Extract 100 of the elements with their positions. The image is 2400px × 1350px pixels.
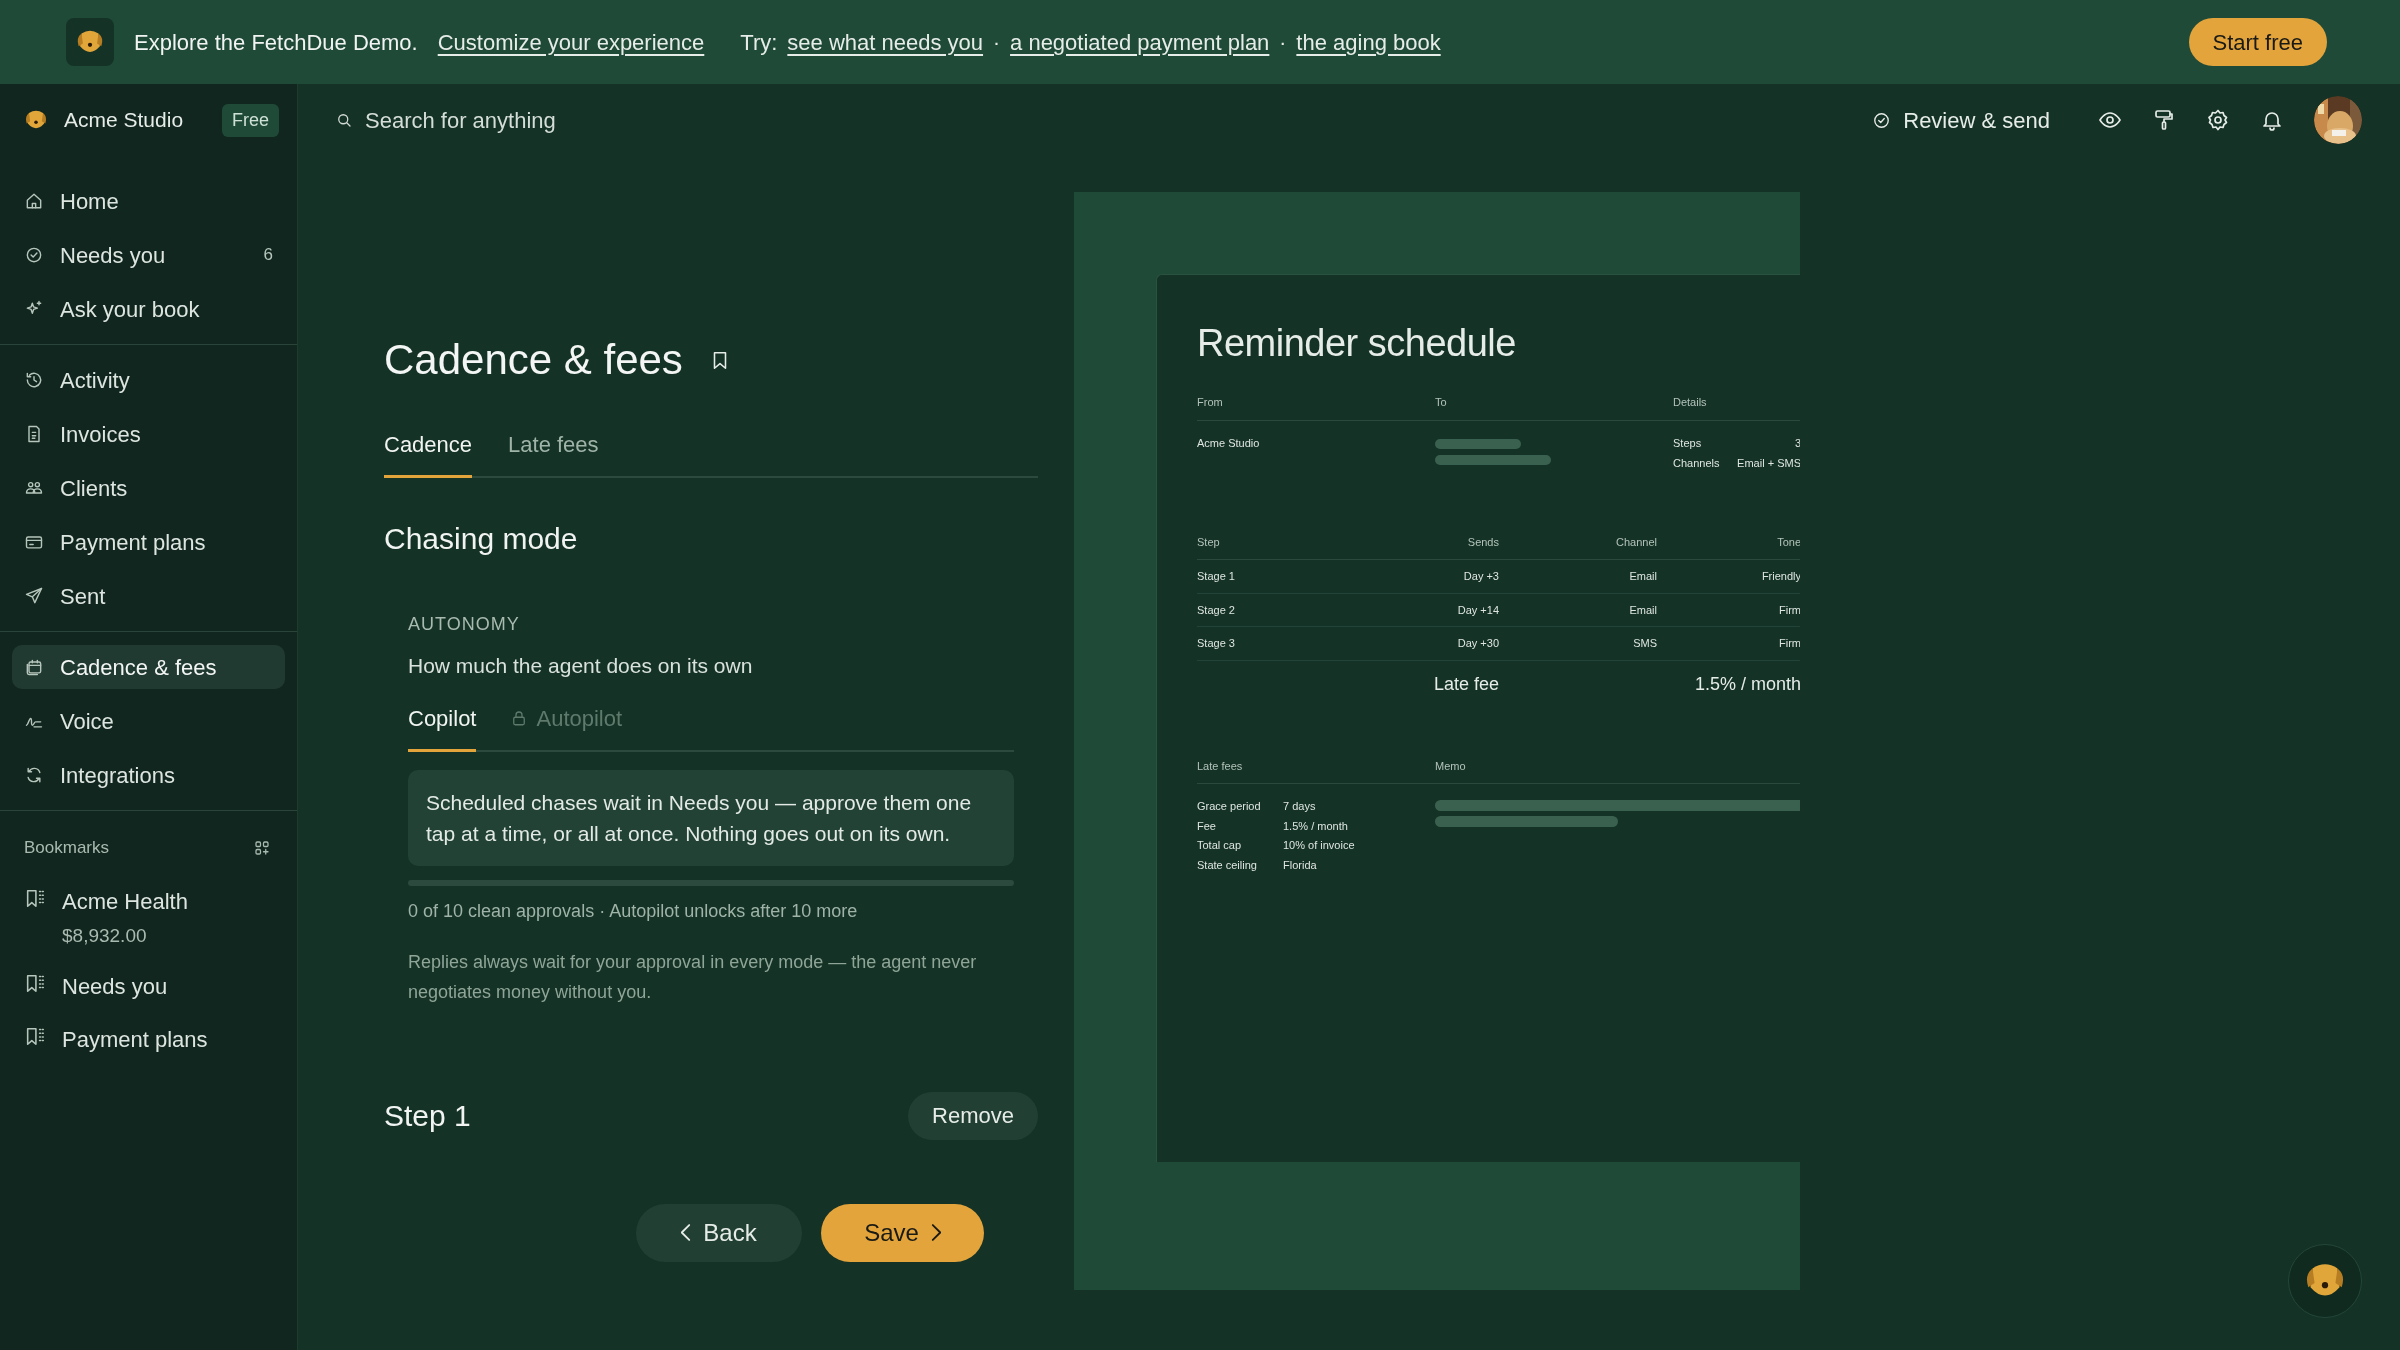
add-grid-icon[interactable] xyxy=(253,838,271,857)
document-title: Reminder schedule xyxy=(1197,321,1517,366)
separator-dot: · xyxy=(1279,29,1287,56)
chevron-icon xyxy=(930,1224,941,1241)
nav-item[interactable]: Home xyxy=(12,179,285,223)
nav-item[interactable]: Ask your book xyxy=(12,287,285,331)
remove-button[interactable]: Remove xyxy=(908,1091,1038,1140)
table-cell-text: Email xyxy=(1628,602,1657,618)
refresh-icon xyxy=(24,765,44,785)
column-header: Tone xyxy=(1776,534,1800,550)
section-title: Chasing mode xyxy=(384,521,579,557)
bookmark-amount: $8,932.00 xyxy=(62,923,148,948)
table-cell-text: Day +30 xyxy=(1456,636,1499,651)
table-cell-text: Day +14 xyxy=(1456,602,1499,618)
table-cell-text: Email xyxy=(1628,569,1657,584)
fee-value: 10% of invoice xyxy=(1283,838,1356,853)
nav-label: Activity xyxy=(60,366,131,395)
search-field[interactable]: Search for anything xyxy=(365,103,835,137)
separator-dot: · xyxy=(993,29,1001,56)
workspace-name: Acme Studio xyxy=(64,107,184,134)
search-icon[interactable] xyxy=(335,111,353,129)
column-header: Details xyxy=(1673,395,1708,410)
nav-item[interactable]: Sent xyxy=(12,574,285,618)
try-label: Try: xyxy=(740,28,778,57)
nav-item[interactable]: Integrations xyxy=(12,753,285,797)
column-header: Channel xyxy=(1615,534,1657,550)
try-link[interactable]: a negotiated payment plan xyxy=(1010,25,1270,59)
start-free-button[interactable]: Start free xyxy=(2188,18,2327,66)
tab[interactable]: Cadence xyxy=(384,428,473,478)
nav-item[interactable]: Needs you 6 xyxy=(12,233,285,277)
nav-item[interactable]: Invoices xyxy=(12,412,285,456)
nav-item[interactable]: Activity xyxy=(12,358,285,402)
column-header: Step xyxy=(1197,534,1221,550)
detail-value: 3 xyxy=(1794,435,1800,451)
detail-label: Steps xyxy=(1673,435,1702,451)
back-button[interactable]: Back xyxy=(636,1203,802,1262)
section-description: How much the agent does on its own xyxy=(408,653,754,679)
fee-label: Grace period xyxy=(1197,799,1262,814)
calendar-icon xyxy=(24,657,44,677)
check-circle-icon xyxy=(24,245,44,265)
progress-caption: 0 of 10 clean approvals · Autopilot unlocks after 10 more xyxy=(408,899,859,923)
info-text: Scheduled chases wait in Needs you — approve them one tap at a time, or all at once. Nothing goes out on its own. xyxy=(426,789,973,847)
home-icon xyxy=(24,191,44,211)
table-cell-text: Stage 2 xyxy=(1197,602,1236,618)
nav-label: Sent xyxy=(60,582,107,611)
column-header: Memo xyxy=(1435,758,1467,774)
try-link[interactable]: the aging book xyxy=(1296,25,1441,59)
nav-label: Voice xyxy=(60,707,115,736)
detail-value: Email + SMS xyxy=(1737,456,1800,471)
bookmark-link[interactable]: Acme Health xyxy=(62,884,188,918)
column-header: Sends xyxy=(1466,534,1499,550)
fee-value: 7 days xyxy=(1283,799,1317,814)
settings-icon[interactable] xyxy=(2206,108,2230,132)
sender-name: Acme Studio xyxy=(1197,435,1261,451)
bookmark-icon xyxy=(24,972,46,994)
nav-item[interactable]: Clients xyxy=(12,466,285,510)
history-icon xyxy=(24,370,44,390)
paint-roller-icon[interactable] xyxy=(2152,108,2176,132)
bookmark-link[interactable]: Payment plans xyxy=(62,1023,208,1056)
table-cell-text: Stage 1 xyxy=(1197,569,1236,584)
customize-link[interactable]: Customize your experience xyxy=(437,25,705,59)
fee-label: Total cap xyxy=(1197,838,1243,853)
column-header: Late fees xyxy=(1197,758,1244,774)
fee-value: 1.5% / month xyxy=(1283,818,1349,834)
nav-item[interactable]: Voice xyxy=(12,699,285,743)
plan-badge: Free xyxy=(222,103,279,137)
fee-value: Florida xyxy=(1283,857,1318,873)
nav-label: Clients xyxy=(60,474,129,503)
column-header: To xyxy=(1435,395,1448,410)
table-cell-text: Firm xyxy=(1778,636,1800,651)
nav-label: Ask your book xyxy=(60,295,201,324)
review-send-button[interactable]: Review & send xyxy=(1872,103,2050,137)
section-label: AUTONOMY xyxy=(408,613,521,636)
late-fee-value: 1.5% / month xyxy=(1693,672,1800,696)
nav-label: Payment plans xyxy=(60,528,207,557)
column-header: From xyxy=(1197,395,1224,410)
fee-label: State ceiling xyxy=(1197,857,1258,873)
bookmark-link[interactable]: Needs you xyxy=(62,970,168,1003)
mode-tab[interactable]: Copilot xyxy=(408,701,477,752)
nav-label: Cadence & fees xyxy=(60,653,218,682)
try-link[interactable]: see what needs you xyxy=(787,25,984,59)
late-fee-label: Late fee xyxy=(1432,672,1499,696)
page-title: Cadence & fees xyxy=(384,336,683,384)
check-circle-icon xyxy=(1872,110,1892,130)
nav-label: Invoices xyxy=(60,420,142,449)
nav-item[interactable]: Cadence & fees xyxy=(12,645,285,689)
save-button[interactable]: Save xyxy=(821,1203,984,1262)
bookmark-icon xyxy=(24,1025,46,1047)
table-cell-text: Day +3 xyxy=(1462,569,1499,584)
nav-item[interactable]: Payment plans xyxy=(12,520,285,564)
chevron-icon xyxy=(681,1224,692,1241)
step-title: Step 1 xyxy=(384,1098,471,1134)
nav-label: Integrations xyxy=(60,761,176,790)
banner-message: Explore the FetchDue Demo. xyxy=(134,28,418,57)
tab[interactable]: Late fees xyxy=(508,428,599,478)
paper-plane-icon xyxy=(24,586,44,606)
table-cell-text: SMS xyxy=(1632,636,1657,651)
table-cell-text: Stage 3 xyxy=(1197,636,1236,651)
fee-label: Fee xyxy=(1197,818,1217,834)
footnote-text: Replies always wait for your approval in every mode — the agent never negotiates money without you. xyxy=(408,950,978,1004)
